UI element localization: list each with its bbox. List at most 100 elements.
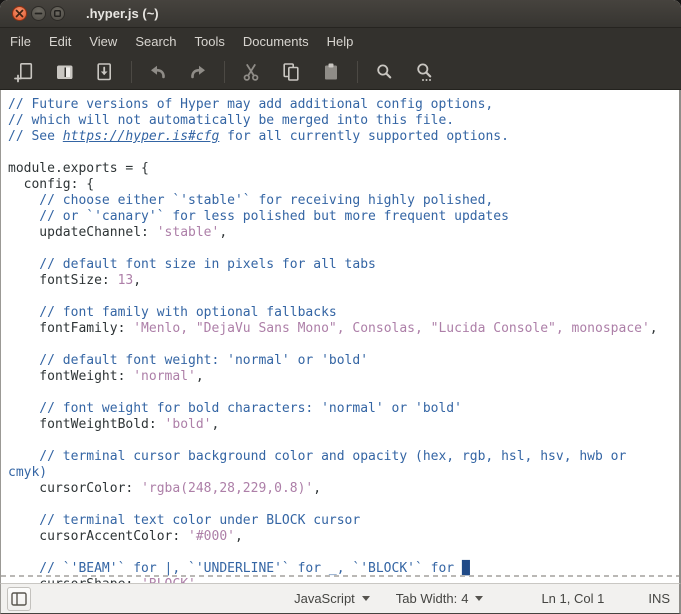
code-segment: , bbox=[133, 273, 141, 288]
toolbar-separator bbox=[224, 61, 225, 83]
code-segment: 'normal' bbox=[133, 369, 196, 384]
close-button[interactable] bbox=[12, 6, 27, 21]
code-segment: // font family with optional fallbacks bbox=[8, 305, 337, 320]
code-line bbox=[8, 385, 679, 401]
open-document-button[interactable] bbox=[50, 58, 80, 86]
code-line: updateChannel: 'stable', bbox=[8, 225, 679, 241]
code-segment: 'stable' bbox=[157, 225, 220, 240]
code-segment: cursorShape: bbox=[8, 577, 141, 583]
minimize-button[interactable] bbox=[31, 6, 46, 21]
menu-item-help[interactable]: Help bbox=[318, 28, 363, 55]
code-line: // default font size in pixels for all t… bbox=[8, 257, 679, 273]
code-line: cursorAccentColor: '#000', bbox=[8, 529, 679, 545]
chevron-down-icon bbox=[475, 596, 483, 601]
code-segment: , bbox=[219, 225, 227, 240]
undo-icon bbox=[147, 61, 169, 83]
editor[interactable]: // Future versions of Hyper may add addi… bbox=[0, 90, 681, 583]
code-line bbox=[8, 497, 679, 513]
tab-width-value: 4 bbox=[461, 591, 468, 606]
titlebar: .hyper.js (~) bbox=[0, 0, 681, 28]
code-segment: // `'BEAM'` for |, `'UNDERLINE'` for _, … bbox=[8, 561, 462, 576]
save-document-button[interactable] bbox=[90, 58, 120, 86]
code-segment: , bbox=[196, 369, 204, 384]
code-line bbox=[8, 433, 679, 449]
code-segment: '#000' bbox=[188, 529, 235, 544]
code-segment: config: { bbox=[8, 177, 94, 192]
menu-item-tools[interactable]: Tools bbox=[186, 28, 234, 55]
code-line: config: { bbox=[8, 177, 679, 193]
code-line: cmyk) bbox=[8, 465, 679, 481]
close-icon bbox=[15, 9, 24, 18]
code-segment: 'rgba(248,28,229,0.8)' bbox=[141, 481, 313, 496]
window-title: .hyper.js (~) bbox=[86, 6, 159, 21]
code-line: module.exports = { bbox=[8, 161, 679, 177]
toolbar-separator bbox=[131, 61, 132, 83]
save-document-icon bbox=[94, 61, 116, 83]
find-button[interactable] bbox=[369, 58, 399, 86]
code-segment: // terminal cursor background color and … bbox=[8, 449, 626, 464]
code-line: // default font weight: 'normal' or 'bol… bbox=[8, 353, 679, 369]
toolbar-separator bbox=[357, 61, 358, 83]
tab-width-selector[interactable]: Tab Width: 4 bbox=[396, 591, 484, 606]
undo-button[interactable] bbox=[143, 58, 173, 86]
code-segment: 'BLOCK' bbox=[141, 577, 196, 583]
editor-content: // Future versions of Hyper may add addi… bbox=[8, 97, 679, 583]
code-segment: // choose either `'stable'` for receivin… bbox=[8, 193, 493, 208]
code-segment: // See bbox=[8, 129, 63, 144]
find-and-replace-icon bbox=[413, 61, 435, 83]
menubar: FileEditViewSearchToolsDocumentsHelp bbox=[0, 28, 681, 55]
menu-item-file[interactable]: File bbox=[1, 28, 40, 55]
open-document-icon bbox=[54, 61, 76, 83]
new-document-button[interactable] bbox=[10, 58, 40, 86]
menu-item-view[interactable]: View bbox=[80, 28, 126, 55]
block-cursor-glyph: █ bbox=[462, 561, 470, 576]
paste-button[interactable] bbox=[316, 58, 346, 86]
menu-item-edit[interactable]: Edit bbox=[40, 28, 80, 55]
code-segment: 'Menlo, "DejaVu Sans Mono", Consolas, "L… bbox=[133, 321, 650, 336]
code-segment: // Future versions of Hyper may add addi… bbox=[8, 97, 493, 112]
code-line: fontWeightBold: 'bold', bbox=[8, 417, 679, 433]
code-segment: cursorColor: bbox=[8, 481, 141, 496]
hyperlink-text: https://hyper.is#cfg bbox=[63, 129, 220, 144]
maximize-button[interactable] bbox=[50, 6, 65, 21]
code-segment: fontSize: bbox=[8, 273, 118, 288]
cut-icon bbox=[240, 61, 262, 83]
language-selector[interactable]: JavaScript bbox=[294, 591, 370, 606]
menu-item-documents[interactable]: Documents bbox=[234, 28, 318, 55]
menu-item-search[interactable]: Search bbox=[126, 28, 185, 55]
redo-icon bbox=[187, 61, 209, 83]
paste-icon bbox=[320, 61, 342, 83]
code-segment: , bbox=[235, 529, 243, 544]
code-segment: for all currently supported options. bbox=[219, 129, 509, 144]
code-line: // or `'canary'` for less polished but m… bbox=[8, 209, 679, 225]
code-line: fontFamily: 'Menlo, "DejaVu Sans Mono", … bbox=[8, 321, 679, 337]
code-segment: updateChannel: bbox=[8, 225, 157, 240]
tab-width-label: Tab Width: bbox=[396, 591, 457, 606]
code-line: // Future versions of Hyper may add addi… bbox=[8, 97, 679, 113]
code-segment: // terminal text color under BLOCK curso… bbox=[8, 513, 360, 528]
gedit-window: .hyper.js (~) FileEditViewSearchToolsDoc… bbox=[0, 0, 681, 614]
side-panel-toggle-button[interactable] bbox=[7, 587, 31, 611]
code-segment: cursorAccentColor: bbox=[8, 529, 188, 544]
code-line: fontSize: 13, bbox=[8, 273, 679, 289]
code-segment: // which will not automatically be merge… bbox=[8, 113, 454, 128]
code-line: // See https://hyper.is#cfg for all curr… bbox=[8, 129, 679, 145]
minimize-icon bbox=[34, 9, 43, 18]
code-segment: // font weight for bold characters: 'nor… bbox=[8, 401, 462, 416]
code-segment: fontWeight: bbox=[8, 369, 133, 384]
copy-button[interactable] bbox=[276, 58, 306, 86]
code-segment: cmyk) bbox=[8, 465, 47, 480]
new-document-icon bbox=[14, 61, 36, 83]
redo-button[interactable] bbox=[183, 58, 213, 86]
code-segment: , bbox=[313, 481, 321, 496]
code-segment: // default font size in pixels for all t… bbox=[8, 257, 376, 272]
find-icon bbox=[373, 61, 395, 83]
code-segment: fontWeightBold: bbox=[8, 417, 165, 432]
code-line: // which will not automatically be merge… bbox=[8, 113, 679, 129]
cut-button[interactable] bbox=[236, 58, 266, 86]
find-and-replace-button[interactable] bbox=[409, 58, 439, 86]
code-segment: , bbox=[212, 417, 220, 432]
chevron-down-icon bbox=[362, 596, 370, 601]
cursor-position: Ln 1, Col 1 bbox=[541, 591, 604, 606]
code-line bbox=[8, 241, 679, 257]
